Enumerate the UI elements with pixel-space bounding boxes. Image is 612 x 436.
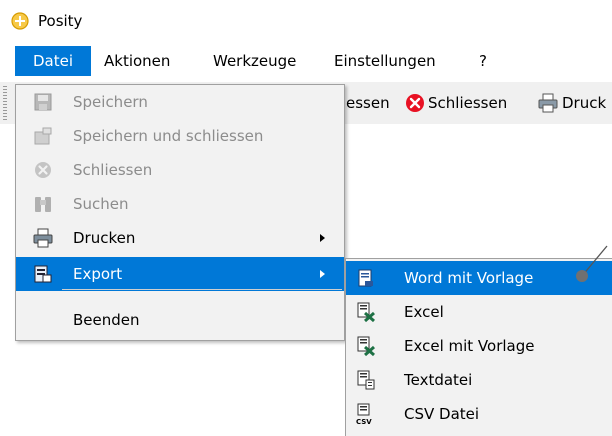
menu-item-export[interactable]: Export [16, 257, 344, 291]
menu-item-label: Drucken [73, 229, 136, 247]
submenu-arrow-icon [320, 270, 325, 278]
svg-text:CSV: CSV [356, 418, 372, 425]
excel-icon [357, 302, 375, 323]
text-file-icon [357, 370, 375, 390]
menu-item-schliessen[interactable]: Schliessen [16, 153, 344, 187]
submenu-item-excel-mit-vorlage[interactable]: Excel mit Vorlage [346, 329, 612, 363]
menu-aktionen[interactable]: Aktionen [104, 46, 170, 76]
menu-item-label: Beenden [73, 311, 140, 329]
menu-item-drucken[interactable]: Drucken [16, 221, 344, 255]
close-icon [35, 162, 51, 178]
menu-item-speichern-und-schliessen[interactable]: Speichern und schliessen [16, 119, 344, 153]
submenu-item-label: Word mit Vorlage [404, 269, 534, 287]
datei-dropdown-menu: Speichern Speichern und schliessen Schli… [15, 84, 345, 341]
toolbar-close-label[interactable]: Schliessen [428, 82, 507, 124]
menu-separator [62, 289, 342, 290]
submenu-item-label: Excel mit Vorlage [404, 337, 535, 355]
submenu-arrow-icon [320, 234, 325, 242]
app-plus-icon [11, 12, 29, 30]
submenu-item-label: Excel [404, 303, 444, 321]
save-icon [34, 93, 52, 111]
word-doc-icon [358, 269, 373, 287]
menu-einstellungen[interactable]: Einstellungen [334, 46, 436, 76]
menu-bar: Datei Aktionen Werkzeuge Einstellungen ? [0, 46, 612, 76]
menu-item-label: Schliessen [73, 161, 153, 179]
printer-icon[interactable] [537, 92, 559, 114]
menu-item-label: Suchen [73, 195, 129, 213]
binoculars-icon [35, 197, 51, 212]
csv-file-icon: CSV [356, 403, 372, 425]
title-bar: Posity [0, 0, 612, 42]
submenu-item-label: Textdatei [404, 371, 473, 389]
excel-template-icon [357, 336, 375, 357]
menu-item-label: Speichern und schliessen [73, 127, 264, 145]
menu-item-label: Speichern [73, 93, 148, 111]
submenu-item-textdatei[interactable]: Textdatei [346, 363, 612, 397]
menu-item-suchen[interactable]: Suchen [16, 187, 344, 221]
export-submenu: Word mit Vorlage Excel Excel mit Vorlage… [345, 258, 612, 436]
menu-werkzeuge[interactable]: Werkzeuge [213, 46, 296, 76]
menu-item-beenden[interactable]: Beenden [16, 303, 344, 337]
submenu-item-word-mit-vorlage[interactable]: Word mit Vorlage [346, 261, 612, 295]
window-title: Posity [38, 12, 83, 30]
menu-item-speichern[interactable]: Speichern [16, 85, 344, 119]
close-red-icon[interactable] [405, 93, 425, 113]
printer-icon [33, 228, 53, 248]
toolbar-partial-button-label[interactable]: essen [346, 82, 390, 124]
toolbar-print-label[interactable]: Druck [562, 82, 606, 124]
menu-item-label: Export [73, 265, 123, 283]
menu-help[interactable]: ? [479, 46, 487, 76]
toolbar-grip[interactable] [3, 86, 7, 120]
submenu-item-label: CSV Datei [404, 405, 480, 423]
submenu-item-csv-datei[interactable]: CSV CSV Datei [346, 397, 612, 431]
menu-datei[interactable]: Datei [15, 46, 91, 76]
export-icon [34, 265, 52, 283]
save-close-icon [34, 127, 52, 145]
submenu-item-excel[interactable]: Excel [346, 295, 612, 329]
